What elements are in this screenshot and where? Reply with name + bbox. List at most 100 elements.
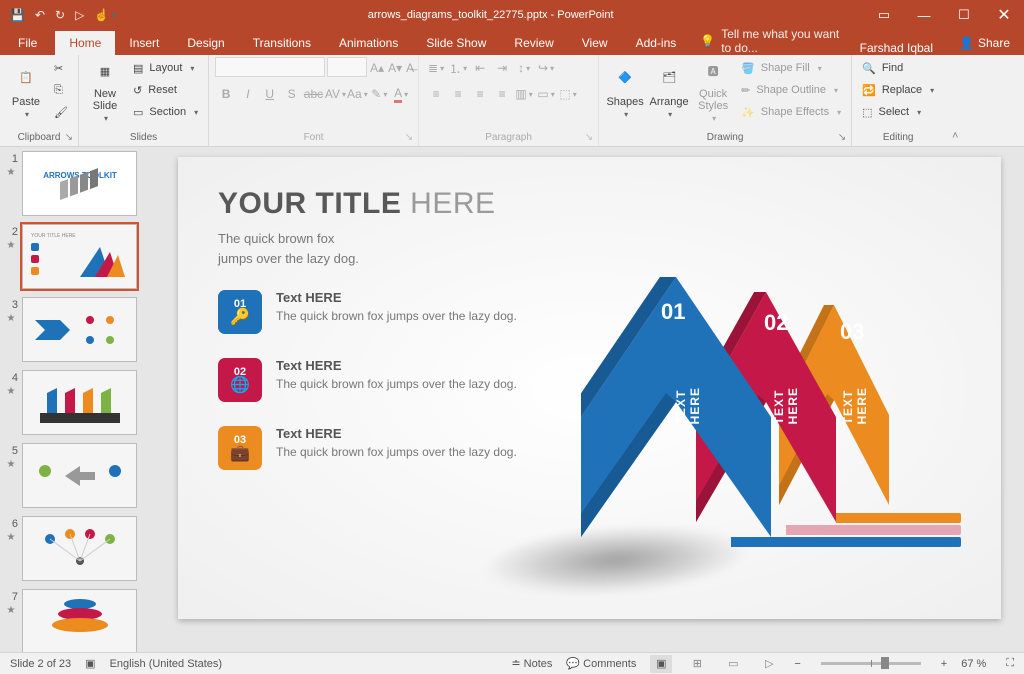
close-button[interactable]: ✕	[984, 0, 1024, 30]
font-color-button[interactable]: A▾	[390, 83, 412, 105]
line-spacing-button[interactable]: ↕▾	[513, 57, 535, 79]
item-1[interactable]: 01🔑 Text HEREThe quick brown fox jumps o…	[218, 290, 528, 334]
thumb-6[interactable]: 6★	[4, 516, 155, 581]
paragraph-dialog-icon[interactable]: ↘	[585, 132, 593, 143]
section-button[interactable]: ▭Section▾	[129, 101, 202, 123]
redo-icon[interactable]: ↻	[55, 8, 65, 22]
shadow-button[interactable]: S	[281, 83, 303, 105]
cut-button[interactable]: ✂	[50, 57, 72, 79]
thumb-4[interactable]: 4★	[4, 370, 155, 435]
font-family-combo[interactable]	[215, 57, 325, 77]
tab-review[interactable]: Review	[500, 31, 567, 55]
clear-format-icon[interactable]: A̶	[405, 57, 415, 79]
collapse-ribbon-icon[interactable]: ˄	[944, 55, 966, 146]
find-button[interactable]: 🔍Find	[858, 57, 938, 79]
save-icon[interactable]: 💾	[10, 8, 25, 22]
shape-effects-button[interactable]: ✨Shape Effects▾	[737, 101, 845, 123]
item-2[interactable]: 02🌐 Text HEREThe quick brown fox jumps o…	[218, 358, 528, 402]
shapes-button[interactable]: 🔷 Shapes▾	[605, 57, 645, 123]
thumbnail-pane[interactable]: 1★ ARROWS TOOLKIT 2★ YOUR TITLE HERE 3★ …	[0, 147, 155, 652]
smartart-button[interactable]: ⬚▾	[557, 83, 579, 105]
thumb-7[interactable]: 7★	[4, 589, 155, 652]
notes-button[interactable]: ≐ Notes	[511, 657, 552, 670]
user-name[interactable]: Farshad Iqbal	[848, 41, 945, 55]
italic-button[interactable]: I	[237, 83, 259, 105]
font-size-combo[interactable]	[327, 57, 367, 77]
maximize-button[interactable]: ☐	[944, 0, 984, 30]
tab-addins[interactable]: Add-ins	[622, 31, 691, 55]
start-icon[interactable]: ▷	[75, 8, 84, 22]
reading-view-icon[interactable]: ▭	[722, 655, 744, 673]
numbering-button[interactable]: ⒈▾	[447, 57, 469, 79]
fit-window-icon[interactable]: ⛶	[1006, 657, 1014, 670]
font-dialog-icon[interactable]: ↘	[405, 132, 413, 143]
tab-file[interactable]: File	[0, 31, 55, 55]
thumb-5[interactable]: 5★	[4, 443, 155, 508]
ribbon-options-icon[interactable]: ▭	[864, 0, 904, 30]
justify-button[interactable]: ≡	[491, 83, 513, 105]
comments-button[interactable]: 💬 Comments	[566, 657, 636, 670]
item-3[interactable]: 03💼 Text HEREThe quick brown fox jumps o…	[218, 426, 528, 470]
select-button[interactable]: ⬚Select▾	[858, 101, 938, 123]
arrange-button[interactable]: 🗂 Arrange▾	[649, 57, 689, 123]
indent-more-button[interactable]: ⇥	[491, 57, 513, 79]
highlight-button[interactable]: ✎▾	[368, 83, 390, 105]
zoom-in-button[interactable]: +	[941, 658, 947, 670]
tab-transitions[interactable]: Transitions	[239, 31, 325, 55]
undo-icon[interactable]: ↶	[35, 8, 45, 22]
zoom-level[interactable]: 67 %	[961, 658, 986, 670]
indent-less-button[interactable]: ⇤	[469, 57, 491, 79]
underline-button[interactable]: U	[259, 83, 281, 105]
tell-me-search[interactable]: 💡 Tell me what you want to do...	[690, 27, 847, 55]
thumb-2[interactable]: 2★ YOUR TITLE HERE	[4, 224, 155, 289]
zoom-out-button[interactable]: −	[794, 658, 800, 670]
arrows-graphic[interactable]: 03 TEXT HERE 02 TEXT HERE 01 TEXT HERE	[541, 277, 961, 587]
tab-animations[interactable]: Animations	[325, 31, 412, 55]
strike-button[interactable]: abc	[303, 83, 325, 105]
clipboard-dialog-icon[interactable]: ↘	[65, 132, 73, 143]
copy-button[interactable]: ⎘	[50, 79, 72, 101]
tab-insert[interactable]: Insert	[115, 31, 173, 55]
zoom-slider[interactable]	[821, 662, 921, 665]
thumb-3[interactable]: 3★	[4, 297, 155, 362]
normal-view-icon[interactable]: ▣	[650, 655, 672, 673]
align-text-button[interactable]: ▭▾	[535, 83, 557, 105]
layout-button[interactable]: ▤Layout▾	[129, 57, 202, 79]
shape-fill-button[interactable]: 🪣Shape Fill▾	[737, 57, 845, 79]
spell-icon[interactable]: ▣	[85, 657, 95, 670]
share-button[interactable]: 👤 Share	[945, 31, 1024, 55]
replace-button[interactable]: 🔁Replace▾	[858, 79, 938, 101]
shrink-font-icon[interactable]: A▾	[387, 57, 403, 79]
columns-button[interactable]: ▥▾	[513, 83, 535, 105]
new-slide-button[interactable]: ▦ NewSlide ▾	[85, 57, 125, 123]
align-left-button[interactable]: ≡	[425, 83, 447, 105]
sorter-view-icon[interactable]: ⊞	[686, 655, 708, 673]
slide-scrollbar[interactable]	[1008, 147, 1024, 652]
quick-styles-button[interactable]: 🅰 QuickStyles▾	[693, 57, 733, 123]
case-button[interactable]: Aa▾	[346, 83, 368, 105]
tab-design[interactable]: Design	[173, 31, 238, 55]
drawing-dialog-icon[interactable]: ↘	[838, 132, 846, 143]
format-painter-button[interactable]: 🖌	[50, 101, 72, 123]
touch-icon[interactable]: ☝▾	[94, 8, 117, 22]
tab-home[interactable]: Home	[55, 31, 115, 55]
bold-button[interactable]: B	[215, 83, 237, 105]
paste-button[interactable]: 📋 Paste ▾	[6, 57, 46, 123]
slideshow-view-icon[interactable]: ▷	[758, 655, 780, 673]
grow-font-icon[interactable]: A▴	[369, 57, 385, 79]
align-right-button[interactable]: ≡	[469, 83, 491, 105]
align-center-button[interactable]: ≡	[447, 83, 469, 105]
tab-slideshow[interactable]: Slide Show	[412, 31, 500, 55]
spacing-button[interactable]: AV▾	[324, 83, 346, 105]
thumb-1[interactable]: 1★ ARROWS TOOLKIT	[4, 151, 155, 216]
slide-subtitle[interactable]: The quick brown fox jumps over the lazy …	[218, 229, 961, 268]
text-direction-button[interactable]: ↪▾	[535, 57, 557, 79]
reset-button[interactable]: ↺Reset	[129, 79, 202, 101]
slide-title[interactable]: YOUR TITLE HERE	[218, 187, 961, 221]
minimize-button[interactable]: —	[904, 0, 944, 30]
bullets-button[interactable]: ≣▾	[425, 57, 447, 79]
shape-outline-button[interactable]: ✏Shape Outline▾	[737, 79, 845, 101]
tab-view[interactable]: View	[568, 31, 622, 55]
slide-counter[interactable]: Slide 2 of 23	[10, 658, 71, 670]
language-status[interactable]: English (United States)	[110, 658, 223, 670]
